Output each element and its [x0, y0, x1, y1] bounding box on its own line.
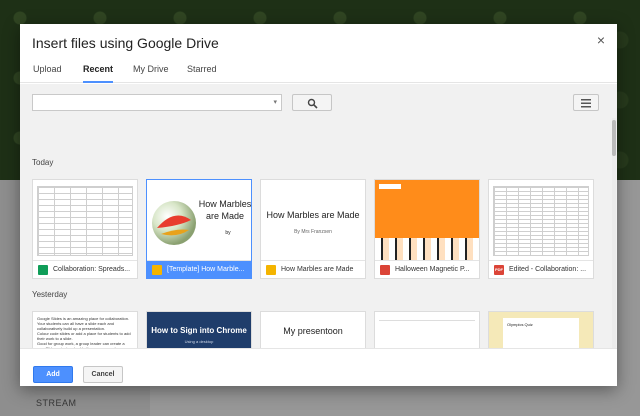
file-thumbnail	[33, 180, 137, 260]
file-name: Collaboration: Spreads...	[53, 266, 131, 273]
thumb-title: My presentoon	[283, 326, 343, 336]
file-name: [Template] How Marble...	[167, 266, 245, 273]
file-thumbnail: How to Sign into Chrome Using a desktop	[147, 312, 251, 352]
tab-bar: Upload Recent My Drive Starred	[20, 58, 617, 83]
thumb-text-line: Colour code slides or add a place for st…	[37, 331, 131, 341]
file-tile[interactable]: Olympics Quiz	[488, 311, 594, 352]
marble-image	[152, 201, 196, 245]
insert-files-dialog: Insert files using Google Drive × Upload…	[20, 24, 617, 386]
scrollbar-thumb[interactable]	[612, 120, 616, 156]
section-label-today: Today	[32, 158, 54, 167]
file-browser: ▾ Today Collaboration: Spreads... How Ma…	[20, 84, 617, 352]
file-tile[interactable]: My presentoon	[260, 311, 366, 352]
thumb-text-line: Your students can all have a slide each …	[37, 321, 115, 331]
slides-icon	[266, 265, 276, 275]
thumb-subtitle: By Mrs Franzsen	[294, 229, 332, 235]
search-icon	[307, 98, 318, 109]
tab-recent[interactable]: Recent	[83, 64, 114, 83]
dialog-footer: Add Cancel	[20, 348, 617, 386]
tab-my-drive[interactable]: My Drive	[133, 64, 169, 83]
pdf-icon: PDF	[494, 265, 504, 275]
file-thumbnail: Google Slides is an amazing place for co…	[33, 312, 137, 352]
file-caption: Collaboration: Spreads...	[33, 260, 137, 278]
thumb-title: Olympics Quiz	[507, 322, 533, 327]
file-name: Halloween Magnetic P...	[395, 266, 470, 273]
scrollbar[interactable]	[612, 118, 616, 350]
thumb-title: How Marbles are Made	[266, 210, 360, 220]
section-label-yesterday: Yesterday	[32, 290, 68, 299]
file-caption: Halloween Magnetic P...	[375, 260, 479, 278]
sheets-icon	[38, 265, 48, 275]
list-view-button[interactable]	[573, 94, 599, 111]
tab-upload[interactable]: Upload	[33, 64, 62, 83]
thumb-title: How to Sign into Chrome	[151, 326, 247, 335]
list-view-icon	[581, 99, 591, 108]
file-tile[interactable]	[374, 311, 480, 352]
file-caption: PDF Edited - Collaboration: ...	[489, 260, 593, 278]
file-tile[interactable]: How Marbles are Made By Mrs Franzsen How…	[260, 179, 366, 279]
file-thumbnail	[489, 180, 593, 260]
file-thumbnail: Olympics Quiz	[489, 312, 593, 352]
file-caption: [Template] How Marble...	[147, 260, 251, 278]
file-name: Edited - Collaboration: ...	[509, 266, 587, 273]
file-caption: How Marbles are Made	[261, 260, 365, 278]
cancel-button[interactable]: Cancel	[83, 366, 123, 383]
file-thumbnail: My presentoon	[261, 312, 365, 352]
file-thumbnail: How Marbles are Made by	[147, 180, 251, 260]
file-thumbnail	[375, 180, 479, 260]
file-tile[interactable]: How to Sign into Chrome Using a desktop	[146, 311, 252, 352]
file-tile[interactable]: Collaboration: Spreads...	[32, 179, 138, 279]
slides-icon	[152, 265, 162, 275]
file-name: How Marbles are Made	[281, 266, 354, 273]
thumb-subtitle: by	[225, 230, 231, 236]
image-icon	[380, 265, 390, 275]
search-input[interactable]: ▾	[32, 94, 282, 111]
file-tile[interactable]: PDF Edited - Collaboration: ...	[488, 179, 594, 279]
file-tile[interactable]: Google Slides is an amazing place for co…	[32, 311, 138, 352]
file-tile[interactable]: Halloween Magnetic P...	[374, 179, 480, 279]
file-thumbnail: How Marbles are Made By Mrs Franzsen	[261, 180, 365, 260]
file-tile-selected[interactable]: How Marbles are Made by [Template] How M…	[146, 179, 252, 279]
dialog-title: Insert files using Google Drive	[32, 35, 219, 51]
tab-starred[interactable]: Starred	[187, 64, 217, 83]
thumb-title: How Marbles are Made	[198, 199, 251, 221]
chevron-down-icon[interactable]: ▾	[273, 98, 277, 106]
thumb-subtitle: Using a desktop	[184, 339, 214, 344]
close-icon[interactable]: ×	[593, 32, 609, 48]
file-thumbnail	[375, 312, 479, 352]
search-button[interactable]	[292, 94, 332, 111]
add-button[interactable]: Add	[33, 366, 73, 383]
